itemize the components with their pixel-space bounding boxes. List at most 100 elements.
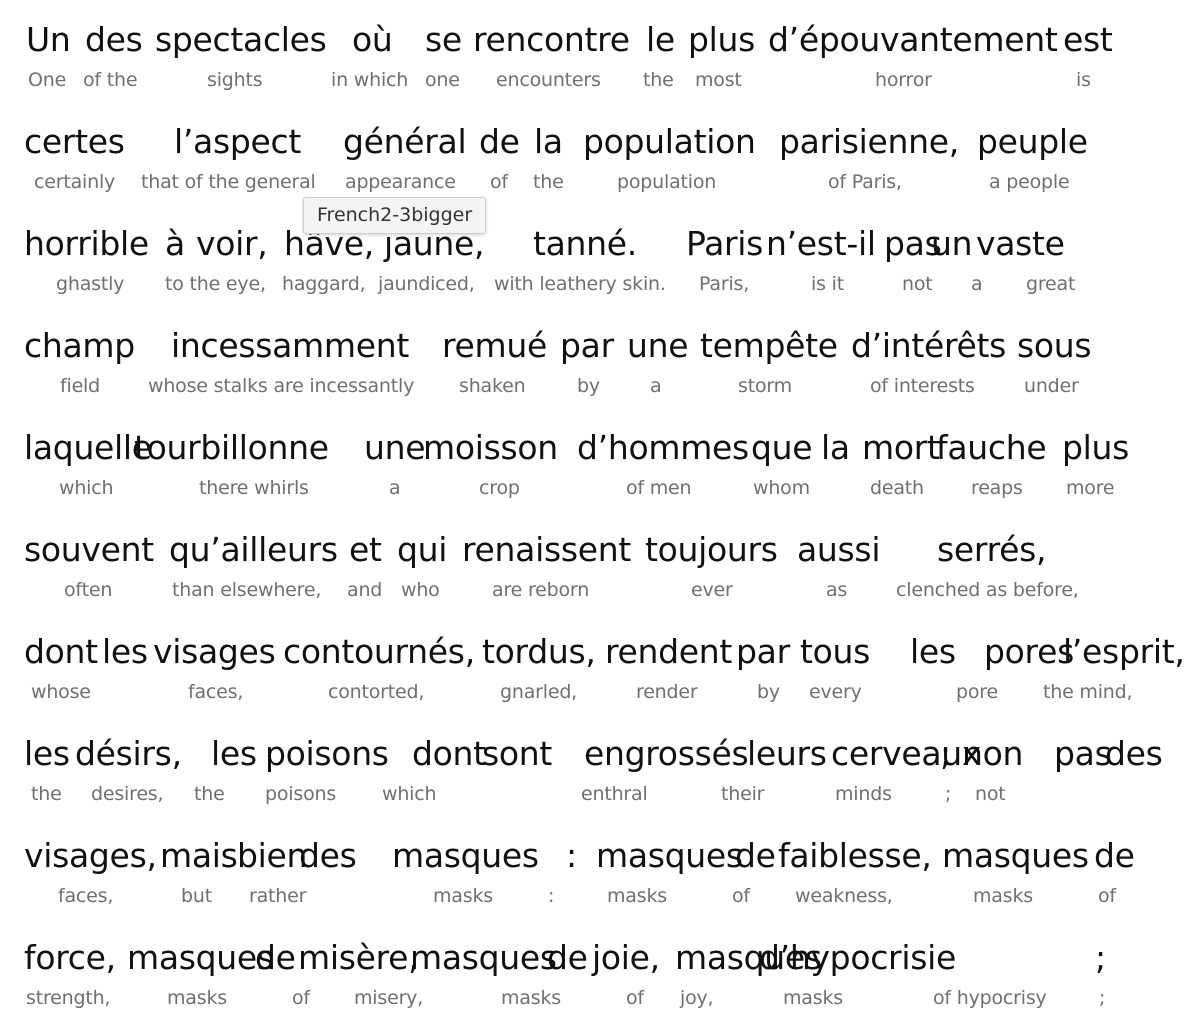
english-gloss: storm <box>738 375 792 397</box>
english-gloss: of <box>732 885 750 907</box>
french-word: par <box>736 632 790 671</box>
english-gloss: with leathery skin. <box>494 273 666 295</box>
english-gloss: by <box>577 375 600 397</box>
english-gloss: often <box>64 579 113 601</box>
english-gloss: strength, <box>26 987 111 1009</box>
french-word: aussi <box>797 530 881 569</box>
french-word: la <box>821 428 850 467</box>
english-gloss: shaken <box>459 375 526 397</box>
english-gloss: ghastly <box>56 273 125 295</box>
french-word: tanné. <box>533 224 637 263</box>
english-gloss: of <box>1098 885 1116 907</box>
french-word: souvent <box>24 530 154 569</box>
english-gloss: masks <box>501 987 561 1009</box>
french-word: renaissent <box>462 530 631 569</box>
english-gloss: by <box>757 681 780 703</box>
english-gloss: render <box>636 681 698 703</box>
english-gloss: of the <box>83 69 138 91</box>
french-word: peuple <box>977 122 1088 161</box>
french-word: qu’ailleurs <box>169 530 338 569</box>
french-word: moisson <box>423 428 558 467</box>
french-word: général <box>343 122 467 161</box>
french-word: des <box>1105 734 1163 773</box>
english-gloss: are reborn <box>492 579 590 601</box>
french-word: masques <box>942 836 1089 875</box>
english-gloss: sights <box>207 69 263 91</box>
french-word: non <box>962 734 1024 773</box>
french-word: où <box>352 20 393 59</box>
english-gloss: in which <box>331 69 409 91</box>
english-gloss: and <box>347 579 383 601</box>
english-gloss: masks <box>973 885 1033 907</box>
french-word: parisienne, <box>779 122 959 161</box>
french-word: ; <box>940 734 951 773</box>
french-word: engrossés <box>584 734 749 773</box>
french-word: que <box>751 428 813 467</box>
french-word: population <box>583 122 756 161</box>
english-gloss: whom <box>753 477 810 499</box>
french-word: le <box>646 20 675 59</box>
french-word: plus <box>688 20 756 59</box>
english-gloss: Paris, <box>699 273 750 295</box>
french-word: masques <box>410 938 557 977</box>
english-gloss: that of the general <box>141 171 316 193</box>
french-word: pores <box>984 632 1074 671</box>
french-word: poisons <box>265 734 389 773</box>
french-word: contournés, <box>283 632 475 671</box>
english-gloss: is <box>1076 69 1091 91</box>
french-word: laquelle <box>24 428 152 467</box>
english-gloss: masks <box>433 885 493 907</box>
english-gloss: of men <box>626 477 692 499</box>
english-gloss: One <box>28 69 67 91</box>
english-gloss: population <box>617 171 717 193</box>
english-gloss: who <box>401 579 440 601</box>
french-word: spectacles <box>155 20 327 59</box>
french-word: vaste <box>976 224 1065 263</box>
french-word: et <box>349 530 382 569</box>
french-word: remué <box>442 326 548 365</box>
french-word: visages, <box>24 836 157 875</box>
french-word: de <box>547 938 588 977</box>
french-word: rendent <box>605 632 733 671</box>
french-word: se <box>425 20 462 59</box>
english-gloss: horror <box>875 69 932 91</box>
english-gloss: which <box>382 783 437 805</box>
english-gloss: which <box>59 477 114 499</box>
english-gloss: jaundiced, <box>378 273 475 295</box>
french-word: tous <box>800 632 871 671</box>
english-gloss: but <box>181 885 212 907</box>
french-word: fauche <box>936 428 1047 467</box>
english-gloss: certainly <box>34 171 116 193</box>
english-gloss: the <box>533 171 564 193</box>
french-word: bien <box>237 836 308 875</box>
french-word: est <box>1063 20 1113 59</box>
french-word: joie, <box>592 938 660 977</box>
french-word: visages <box>153 632 276 671</box>
french-word: dont <box>412 734 486 773</box>
french-word: les <box>102 632 148 671</box>
english-gloss: of Paris, <box>828 171 902 193</box>
english-gloss: every <box>809 681 862 703</box>
english-gloss: field <box>60 375 100 397</box>
french-word: d’hypocrisie <box>759 938 956 977</box>
english-gloss: the <box>31 783 62 805</box>
english-gloss: of <box>490 171 508 193</box>
english-gloss: whose <box>31 681 91 703</box>
english-gloss: misery, <box>354 987 424 1009</box>
french-word: dont <box>24 632 98 671</box>
french-word: n’est-il <box>766 224 876 263</box>
french-word: de <box>255 938 296 977</box>
english-gloss: a <box>650 375 662 397</box>
english-gloss: gnarled, <box>500 681 578 703</box>
english-gloss: the mind, <box>1043 681 1133 703</box>
french-word: de <box>479 122 520 161</box>
english-gloss: a people <box>989 171 1070 193</box>
french-word: misère, <box>298 938 419 977</box>
french-word: qui <box>397 530 448 569</box>
french-word: plus <box>1062 428 1130 467</box>
french-word: des <box>85 20 143 59</box>
english-gloss: to the eye, <box>165 273 266 295</box>
french-word: à <box>165 224 185 263</box>
interlinear-text: Un des spectacles où se rencontre le plus d’épou… <box>0 0 1186 1016</box>
english-gloss: great <box>1026 273 1076 295</box>
